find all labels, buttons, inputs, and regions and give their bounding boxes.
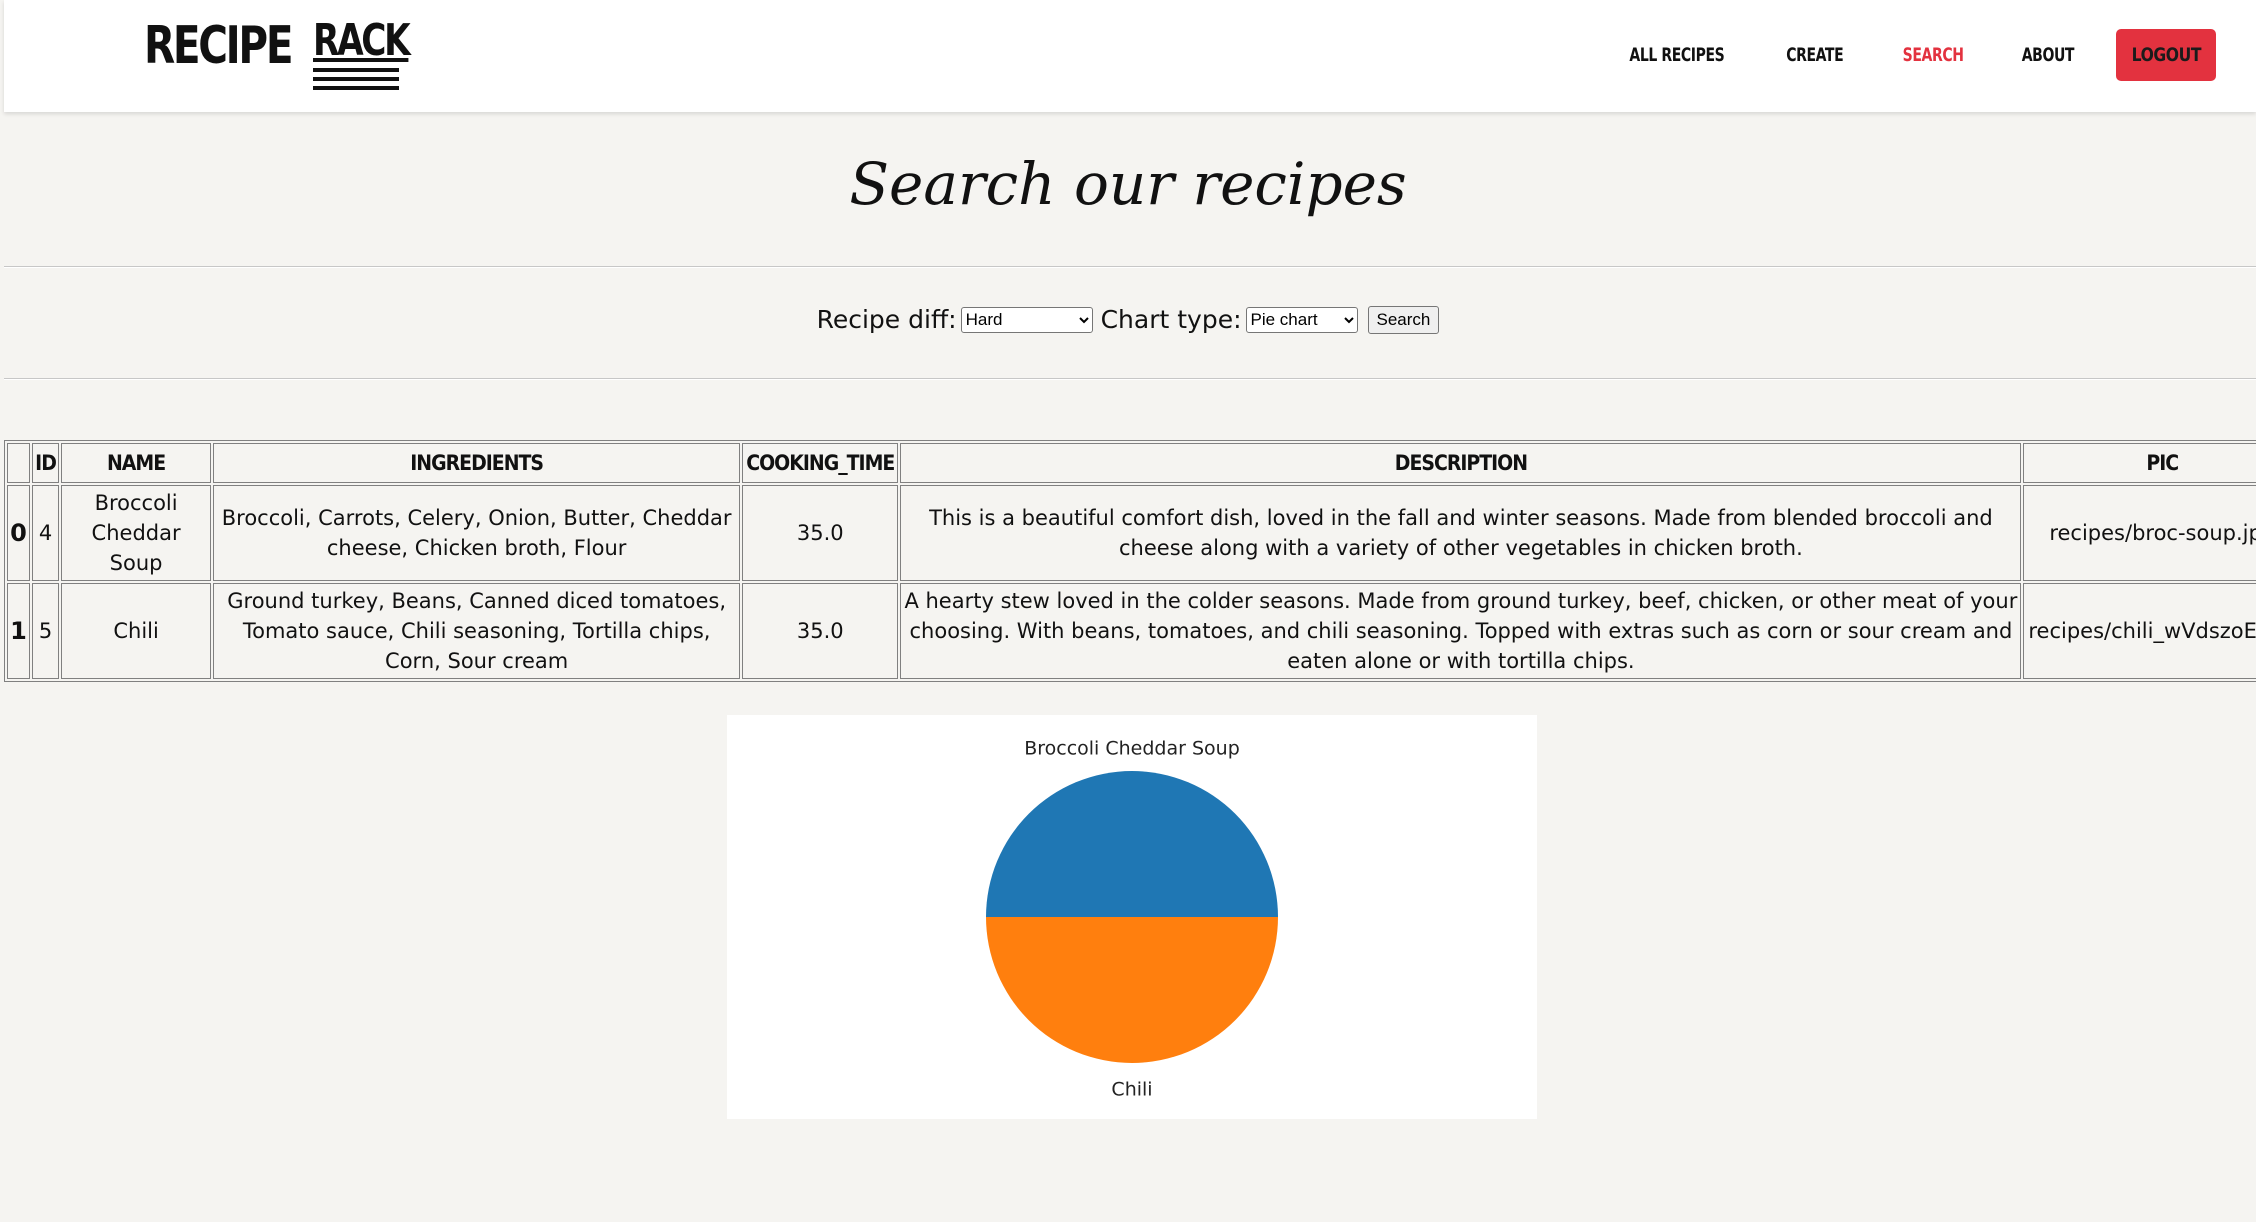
cell-pic: recipes/chili_wVdszoE.jpg (2023, 583, 2256, 679)
logo-word-recipe: RECIPE (144, 16, 294, 76)
logout-button-label: LOGOUT (2131, 44, 2201, 66)
cell-description: This is a beautiful comfort dish, loved … (900, 485, 2022, 581)
nav-search[interactable]: SEARCH (1903, 44, 1964, 66)
divider-bottom (4, 378, 2256, 380)
cell-cooking-time: 35.0 (742, 485, 899, 581)
cell-name: Broccoli Cheddar Soup (61, 485, 212, 581)
logo-stripes-icon (313, 68, 399, 95)
table-header-row: ID NAME INGREDIENTS COOKING_TIME DESCRIP… (7, 443, 2256, 483)
pie-chart: Broccoli Cheddar Soup Chili (986, 737, 1278, 1101)
site-header: RECIPE RACK ALL RECIPES CREATE SEARCH AB… (4, 0, 2256, 112)
cell-description: A hearty stew loved in the colder season… (900, 583, 2022, 679)
nav-create[interactable]: CREATE (1787, 44, 1844, 66)
pie-slice-0 (986, 771, 1278, 917)
chart-type-select[interactable]: Pie chart (1245, 306, 1358, 333)
logout-button[interactable]: LOGOUT (2116, 29, 2216, 81)
chart-type-label: Chart type: (1100, 305, 1242, 334)
logo-word-rack: RACK (313, 15, 411, 66)
page-title: Search our recipes (849, 150, 1407, 218)
header-id: ID (32, 443, 60, 483)
cell-ingredients: Ground turkey, Beans, Canned diced tomat… (213, 583, 741, 679)
search-form: Recipe diff: Hard Chart type: Pie chart … (0, 305, 2256, 334)
header-name: NAME (61, 443, 212, 483)
main-nav: ALL RECIPES CREATE SEARCH ABOUT LOGOUT (1573, 29, 2216, 81)
cell-pic: recipes/broc-soup.jpg (2023, 485, 2256, 581)
header-description: DESCRIPTION (900, 443, 2022, 483)
pie-chart-card: Broccoli Cheddar Soup Chili (727, 715, 1537, 1119)
nav-about[interactable]: ABOUT (2022, 44, 2075, 66)
results-table-wrap: ID NAME INGREDIENTS COOKING_TIME DESCRIP… (4, 440, 2256, 682)
results-table: ID NAME INGREDIENTS COOKING_TIME DESCRIP… (4, 440, 2256, 682)
brand-logo[interactable]: RECIPE RACK (144, 16, 411, 94)
logo-word-rack-wrap: RACK (313, 18, 411, 90)
cell-ingredients: Broccoli, Carrots, Celery, Onion, Butter… (213, 485, 741, 581)
pie-slice-1 (986, 917, 1278, 1063)
row-index: 0 (7, 485, 30, 581)
row-index: 1 (7, 583, 30, 679)
table-row: 1 5 Chili Ground turkey, Beans, Canned d… (7, 583, 2256, 679)
cell-name: Chili (61, 583, 212, 679)
divider-top (4, 266, 2256, 268)
cell-id: 4 (32, 485, 60, 581)
cell-cooking-time: 35.0 (742, 583, 899, 679)
header-pic: PIC (2023, 443, 2256, 483)
header-cooking-time: COOKING_TIME (742, 443, 899, 483)
recipe-diff-select[interactable]: Hard (960, 306, 1093, 333)
header-index (7, 443, 30, 483)
recipe-diff-label: Recipe diff: (816, 305, 957, 334)
cell-id: 5 (32, 583, 60, 679)
table-row: 0 4 Broccoli Cheddar Soup Broccoli, Carr… (7, 485, 2256, 581)
header-ingredients: INGREDIENTS (213, 443, 741, 483)
nav-all-recipes[interactable]: ALL RECIPES (1629, 44, 1724, 66)
pie-label-1: Chili (1111, 1079, 1152, 1101)
search-button[interactable]: Search (1367, 305, 1440, 334)
pie-label-0: Broccoli Cheddar Soup (1024, 737, 1240, 759)
